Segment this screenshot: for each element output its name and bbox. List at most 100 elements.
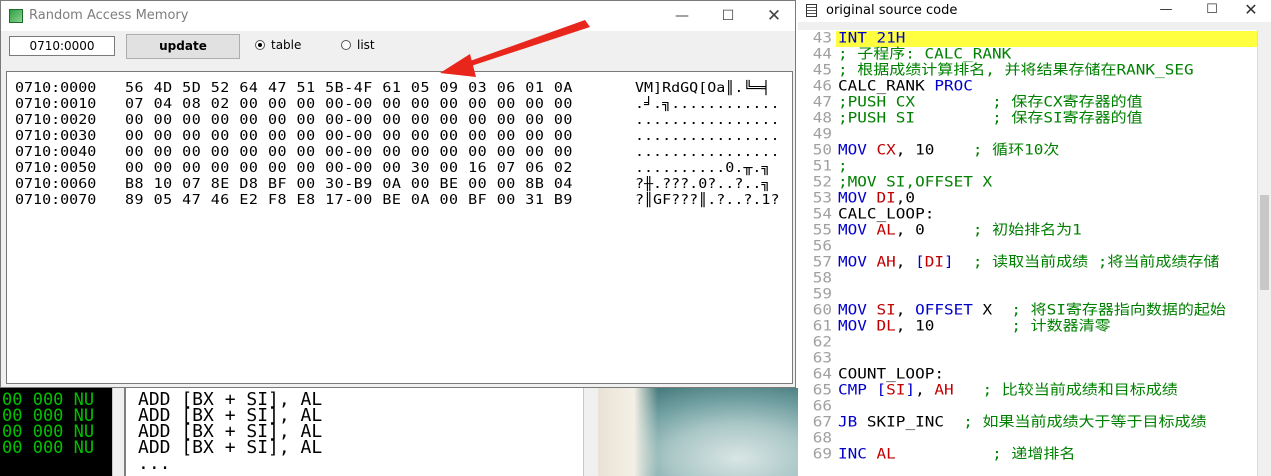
code-line[interactable]: INC AL ; 递增排名 xyxy=(838,447,1075,461)
line-number: 61 xyxy=(812,317,832,335)
code-line[interactable]: ; 根据成绩计算排名, 并将结果存储在RANK_SEG xyxy=(838,63,1194,77)
assembly-line[interactable]: ... xyxy=(138,455,171,473)
close-button[interactable]: ✕ xyxy=(751,1,797,31)
code-line[interactable]: CMP [SI], AH ; 比较当前成绩和目标成绩 xyxy=(838,383,1178,397)
code-line[interactable]: MOV DI,0 xyxy=(838,191,915,205)
code-token: JB xyxy=(838,413,867,431)
line-number: 55 xyxy=(812,221,832,239)
line-number: 43 xyxy=(812,30,832,47)
memory-address: 0710:0070 xyxy=(15,192,97,208)
code-token: ; 根据成绩计算排名, 并将结果存储在RANK_SEG xyxy=(838,61,1194,79)
memory-address: 0710:0050 xyxy=(15,160,97,176)
code-token: MOV xyxy=(838,221,877,239)
code-line[interactable]: ; xyxy=(838,159,848,173)
view-list-radio[interactable]: list xyxy=(341,38,375,52)
line-number: 60 xyxy=(812,301,832,319)
code-line[interactable]: ;PUSH CX ; 保存CX寄存器的值 xyxy=(838,95,1143,109)
memory-row[interactable]: 0710:0050 00 00 00 00 00 00 00 00-00 00 3… xyxy=(15,161,785,175)
view-list-label: list xyxy=(357,38,375,52)
line-number: 48 xyxy=(812,109,832,127)
code-line[interactable]: ; 子程序: CALC_RANK xyxy=(838,47,1011,61)
document-icon xyxy=(806,4,817,17)
code-line[interactable]: MOV CX, 10 ; 循环10次 xyxy=(838,143,1059,157)
maximize-button[interactable]: ☐ xyxy=(705,1,751,31)
code-line[interactable]: JB SKIP_INC ; 如果当前成绩大于等于目标成绩 xyxy=(838,415,1207,429)
code-line[interactable]: CALC_RANK PROC xyxy=(838,79,973,93)
line-number: 52 xyxy=(812,173,832,191)
code-token: ; 读取当前成绩 ;将当前成绩存储 xyxy=(972,253,1220,271)
memory-row[interactable]: 0710:0060 B8 10 07 8E D8 BF 00 30-B9 0A 0… xyxy=(15,177,785,191)
code-token: MOV xyxy=(838,317,877,335)
line-number: 57 xyxy=(812,253,832,271)
source-minimize-button[interactable]: — xyxy=(1143,0,1189,22)
radio-indicator xyxy=(341,40,351,50)
line-number: 58 xyxy=(812,269,832,287)
memory-ascii: VM]RdGQ[Oa║.╚═╡ xyxy=(635,80,771,96)
line-number: 62 xyxy=(812,333,832,351)
code-token: ;PUSH SI ; 保存SI寄存器的值 xyxy=(838,109,1143,127)
memory-hex-bytes: 89 05 47 46 E2 F8 E8 17-00 BE 0A 00 BF 0… xyxy=(125,192,573,208)
source-window-title: original source code xyxy=(826,3,958,18)
code-token: SI xyxy=(876,301,896,319)
memory-row[interactable]: 0710:0020 00 00 00 00 00 00 00 00-00 00 0… xyxy=(15,113,785,127)
line-number: 50 xyxy=(812,141,832,159)
code-token: ; 比较当前成绩和目标成绩 xyxy=(982,381,1178,399)
view-table-radio[interactable]: table xyxy=(255,38,301,52)
code-line[interactable]: MOV DL, 10 ; 计数器清零 xyxy=(838,319,1111,333)
disassembly-line[interactable]: 00 000 NU xyxy=(2,438,95,458)
code-line[interactable]: MOV AH, [DI] ; 读取当前成绩 ;将当前成绩存储 xyxy=(838,255,1219,269)
source-close-button[interactable]: ✕ xyxy=(1228,0,1271,22)
code-line[interactable]: ;MOV SI,OFFSET X xyxy=(838,175,992,189)
source-vertical-scrollbar[interactable] xyxy=(1257,30,1271,476)
code-token: DL xyxy=(876,317,896,335)
code-token: CALC_LOOP: xyxy=(838,205,935,223)
code-line[interactable]: MOV SI, OFFSET X ; 将SI寄存器指向数据的起始 xyxy=(838,303,1226,317)
code-line[interactable]: COUNT_LOOP: xyxy=(838,367,944,381)
code-line[interactable]: MOV AL, 0 ; 初始排名为1 xyxy=(838,223,1082,237)
code-token: MOV xyxy=(838,301,877,319)
code-token: [ xyxy=(915,253,925,271)
memory-hex-bytes: 07 04 08 02 00 00 00 00-00 00 00 00 00 0… xyxy=(125,96,573,112)
radio-selected-indicator xyxy=(255,40,265,50)
memory-row[interactable]: 0710:0070 89 05 47 46 E2 F8 E8 17-00 BE 0… xyxy=(15,193,785,207)
code-token: MOV xyxy=(838,253,877,271)
memory-hex-bytes: 00 00 00 00 00 00 00 00-00 00 00 00 00 0… xyxy=(125,112,573,128)
code-line[interactable]: INT 21H xyxy=(838,31,905,45)
minimize-button[interactable]: — xyxy=(659,1,705,31)
code-token: CALC_RANK xyxy=(838,77,935,95)
code-line[interactable]: CALC_LOOP: xyxy=(838,207,934,221)
memory-row[interactable]: 0710:0030 00 00 00 00 00 00 00 00-00 00 0… xyxy=(15,129,785,143)
code-token: , 10 xyxy=(895,317,1012,335)
assembly-listing-scrollbar[interactable] xyxy=(583,388,599,476)
ram-window-title: Random Access Memory xyxy=(29,8,189,23)
assembly-listing-panel: ADD [BX + SI], AL ADD [BX + SI], AL ADD [B… xyxy=(124,388,600,476)
ram-titlebar[interactable]: Random Access Memory — ☐ ✕ xyxy=(1,1,795,31)
memory-ascii: .╛.╗............ xyxy=(635,96,780,112)
update-button[interactable]: update xyxy=(126,34,240,59)
code-token: AL xyxy=(876,445,896,463)
memory-row[interactable]: 0710:0000 56 4D 5D 52 64 47 51 5B-4F 61 0… xyxy=(15,81,785,95)
code-token: SKIP_INC xyxy=(866,413,964,431)
code-token: OFFSET xyxy=(915,301,973,319)
code-token: DI xyxy=(924,253,944,271)
disassembly-line-text: 00 000 NU xyxy=(2,438,95,458)
code-token: ; 如果当前成绩大于等于目标成绩 xyxy=(963,413,1207,431)
memory-row[interactable]: 0710:0010 07 04 08 02 00 00 00 00-00 00 0… xyxy=(15,97,785,111)
code-editor[interactable]: 43 INT 21H 44 ; 子程序: CALC_RANK 45 ; 根据成绩计算排名,… xyxy=(798,30,1257,476)
code-line[interactable]: ;PUSH SI ; 保存SI寄存器的值 xyxy=(838,111,1143,125)
memory-icon xyxy=(9,9,23,23)
scrollbar-thumb[interactable] xyxy=(1260,195,1269,290)
code-token: ;PUSH CX ; 保存CX寄存器的值 xyxy=(838,93,1143,111)
code-token: AH xyxy=(876,253,896,271)
memory-table[interactable]: 0710:0000 56 4D 5D 52 64 47 51 5B-4F 61 0… xyxy=(6,71,793,384)
code-token: , xyxy=(895,301,916,319)
source-titlebar[interactable]: original source code — ☐ ✕ xyxy=(798,0,1271,22)
address-input[interactable]: 0710:0000 xyxy=(9,36,115,56)
code-token: , 0 xyxy=(895,221,973,239)
code-token: AH xyxy=(934,381,954,399)
memory-row[interactable]: 0710:0040 00 00 00 00 00 00 00 00-00 00 0… xyxy=(15,145,785,159)
memory-address: 0710:0030 xyxy=(15,128,97,144)
code-token: ; 递增排名 xyxy=(992,445,1076,463)
memory-address: 0710:0040 xyxy=(15,144,97,160)
